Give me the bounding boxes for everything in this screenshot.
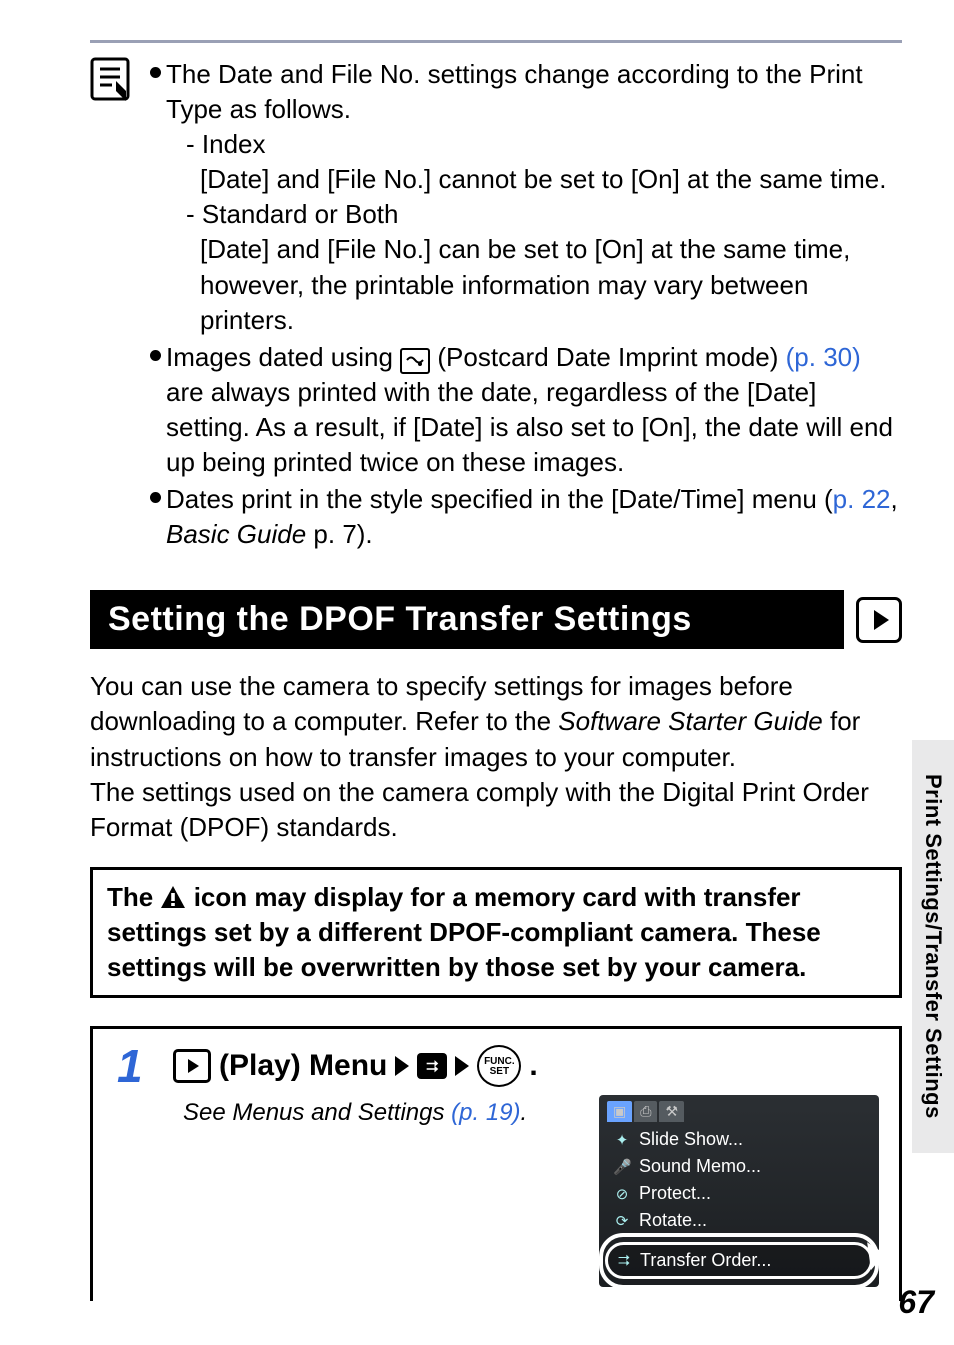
sub-2-dash: - Standard or Both <box>166 197 902 232</box>
document-lines-icon <box>90 57 130 101</box>
menu-item-label: Sound Memo... <box>639 1156 761 1177</box>
transfer-order-icon <box>417 1053 447 1079</box>
menu-item: ⊘ Protect... <box>609 1180 869 1207</box>
screenshot-tab: ⚒ <box>659 1101 684 1122</box>
step-number: 1 <box>117 1043 153 1089</box>
menu-highlighted-item: ⮆ Transfer Order... <box>605 1242 873 1279</box>
screenshot-tab: ⎙ <box>634 1101 657 1122</box>
section-heading: Setting the DPOF Transfer Settings <box>90 590 902 649</box>
bullet-3-post: p. 7). <box>306 519 372 549</box>
page-number: 67 <box>898 1284 934 1321</box>
right-arrow-icon <box>455 1056 469 1076</box>
screenshot-menu-list: ✦ Slide Show... 🎤 Sound Memo... ⊘ Protect..… <box>599 1126 879 1238</box>
bullet-2-post: are always printed with the date, regard… <box>166 377 893 477</box>
bullet-1-lead: The Date and File No. settings change ac… <box>166 59 863 124</box>
menu-item-icon: ⮆ <box>618 1252 630 1269</box>
playback-mode-icon <box>856 597 902 643</box>
bullet-3-pre: Dates print in the style specified in th… <box>166 484 833 514</box>
postcard-date-imprint-icon <box>400 348 430 374</box>
page-ref-link[interactable]: (p. 19) <box>451 1099 520 1126</box>
bullet-2-pre: Images dated using <box>166 342 400 372</box>
menu-item: ⟳ Rotate... <box>609 1207 869 1234</box>
menu-item-label: Slide Show... <box>639 1129 743 1150</box>
step-dot: . <box>529 1049 537 1083</box>
callout-tail-icon <box>867 1240 887 1270</box>
sub-1-text: [Date] and [File No.] cannot be set to [… <box>166 162 902 197</box>
menu-item-label: Rotate... <box>639 1210 707 1231</box>
see-suffix: . <box>521 1099 528 1126</box>
menu-item: ✦ Slide Show... <box>609 1126 869 1153</box>
step-see-reference: See Menus and Settings (p. 19). <box>183 1095 527 1127</box>
top-rule <box>90 40 902 43</box>
body-p1-em: Software Starter Guide <box>558 706 822 736</box>
func-set-button-icon: FUNC. SET <box>477 1045 521 1087</box>
step-instruction-box: 1 (Play) Menu FUNC. SET . See M <box>90 1026 902 1301</box>
bullet-dot-icon <box>150 482 166 552</box>
sub-2-text: [Date] and [File No.] can be set to [On]… <box>166 232 902 337</box>
bullet-3-em: Basic Guide <box>166 519 306 549</box>
menu-item-icon: 🎤 <box>613 1158 631 1176</box>
play-menu-label: (Play) Menu <box>219 1049 387 1083</box>
bullet-dot-icon <box>150 57 166 338</box>
menu-item: 🎤 Sound Memo... <box>609 1153 869 1180</box>
caution-triangle-icon <box>160 885 186 909</box>
top-note-text: The Date and File No. settings change ac… <box>150 57 902 554</box>
body-paragraph-1: You can use the camera to specify settin… <box>90 669 902 774</box>
side-tab-label: Print Settings/Transfer Settings <box>920 774 946 1119</box>
page-ref-link[interactable]: p. 22 <box>833 484 891 514</box>
playback-mode-icon <box>173 1049 211 1083</box>
sub-1-dash: - Index <box>166 127 902 162</box>
menu-item-icon: ⟳ <box>613 1212 631 1230</box>
camera-menu-screenshot: ▣ ⎙ ⚒ ✦ Slide Show... 🎤 Sound Memo... ⊘ Pro… <box>599 1095 879 1287</box>
warning-pre: The <box>107 882 160 912</box>
set-label: SET <box>490 1067 509 1077</box>
bullet-3-sep: , <box>891 484 898 514</box>
page: The Date and File No. settings change ac… <box>0 0 954 1345</box>
page-ref-link[interactable]: (p. 30) <box>786 342 861 372</box>
top-note-block: The Date and File No. settings change ac… <box>90 57 902 554</box>
bullet-item: Images dated using (Postcard Date Imprin… <box>150 340 902 480</box>
body-paragraph-2: The settings used on the camera comply w… <box>90 775 902 845</box>
step-command-line: (Play) Menu FUNC. SET . <box>173 1045 881 1087</box>
menu-item-icon: ✦ <box>613 1131 631 1149</box>
menu-item-label: Transfer Order... <box>640 1250 771 1271</box>
menu-item-icon: ⊘ <box>613 1185 631 1203</box>
warning-post: icon may display for a memory card with … <box>107 882 821 982</box>
screenshot-tab: ▣ <box>607 1101 632 1122</box>
bullet-item: The Date and File No. settings change ac… <box>150 57 902 338</box>
screenshot-tab-row: ▣ ⎙ ⚒ <box>599 1101 879 1126</box>
section-title: Setting the DPOF Transfer Settings <box>90 590 844 649</box>
bullet-item: Dates print in the style specified in th… <box>150 482 902 552</box>
bullet-2-mid: (Postcard Date Imprint mode) <box>437 342 785 372</box>
warning-box: The icon may display for a memory card w… <box>90 867 902 998</box>
menu-item-label: Protect... <box>639 1183 711 1204</box>
side-section-tab: Print Settings/Transfer Settings <box>912 740 954 1153</box>
bullet-dot-icon <box>150 340 166 480</box>
right-arrow-icon <box>395 1056 409 1076</box>
see-prefix: See Menus and Settings <box>183 1099 451 1126</box>
